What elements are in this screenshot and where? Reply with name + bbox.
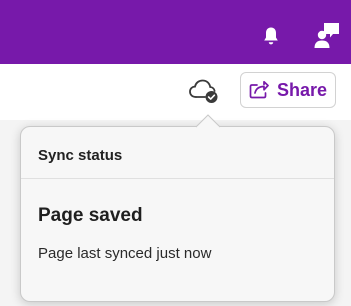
share-button-label: Share xyxy=(276,79,328,100)
sync-status-popover: Sync status Page saved Page last synced … xyxy=(20,126,335,302)
popover-title: Sync status xyxy=(38,147,123,164)
sync-status-detail: Page last synced just now xyxy=(38,245,212,262)
cloud-check-icon[interactable] xyxy=(188,78,220,104)
popover-pointer xyxy=(196,114,220,128)
bell-icon[interactable] xyxy=(262,26,280,46)
sync-status-heading: Page saved xyxy=(38,205,143,226)
popover-header: Sync status xyxy=(21,127,334,179)
share-button[interactable]: Share xyxy=(240,72,336,108)
feedback-icon[interactable] xyxy=(313,21,341,49)
app-header-bar xyxy=(0,0,351,64)
share-arrow-icon xyxy=(249,81,269,99)
